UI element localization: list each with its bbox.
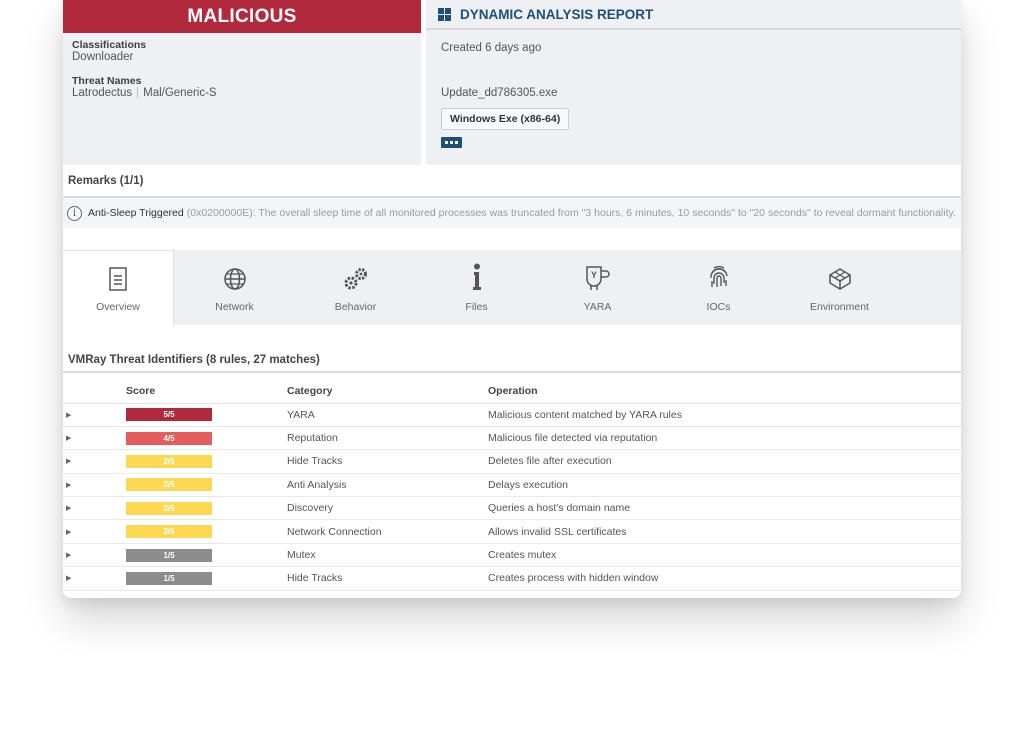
table-row[interactable]: ▶ 2/5 Hide Tracks Deletes file after execut… — [63, 449, 961, 474]
classifications-label: Classifications — [72, 39, 147, 51]
cube-icon — [828, 268, 851, 290]
yara-icon: Y — [585, 266, 610, 290]
category-cell: Mutex — [287, 543, 488, 568]
report-title: DYNAMIC ANALYSIS REPORT — [460, 6, 654, 22]
expand-caret-icon[interactable]: ▶ — [63, 496, 126, 521]
tab-label: Files — [465, 301, 488, 313]
score-badge: 1/5 — [126, 548, 212, 562]
table-row[interactable]: ▶ 5/5 YARA Malicious content matched by YAR… — [63, 403, 961, 427]
expand-caret-icon[interactable]: ▶ — [63, 543, 126, 568]
column-score: Score — [126, 380, 287, 404]
score-badge: 2/5 — [126, 501, 212, 515]
gears-icon — [344, 268, 367, 290]
classifications-value: Downloader — [72, 51, 134, 63]
fingerprint-icon — [709, 265, 728, 287]
report-panel: DYNAMIC ANALYSIS REPORT Created 6 days a… — [426, 0, 961, 165]
category-cell: Network Connection — [287, 519, 488, 544]
score-badge: 2/5 — [126, 525, 212, 539]
table-header: Score Category Operation — [63, 380, 961, 404]
category-cell: Hide Tracks — [287, 449, 488, 474]
operation-cell: Delays execution — [488, 473, 961, 498]
operation-cell: Creates mutex — [488, 543, 961, 568]
operation-cell: Queries a host's domain name — [488, 496, 961, 521]
vti-title: VMRay Threat Identifiers (8 rules, 27 ma… — [63, 349, 961, 373]
report-card: MALICIOUS Classifications Downloader Thr… — [63, 0, 961, 598]
tab-yara[interactable]: Y YARA — [537, 250, 658, 325]
info-circle-icon: i — [67, 205, 82, 221]
category-cell: Discovery — [287, 496, 488, 521]
table-row[interactable]: ▶ 1/5 Hide Tracks Creates process with hidd… — [63, 566, 961, 591]
tab-label: Behavior — [334, 301, 377, 313]
operation-cell: Malicious content matched by YARA rules — [488, 403, 961, 427]
operation-cell: Creates process with hidden window — [488, 566, 961, 591]
verdict-banner: MALICIOUS — [63, 0, 421, 33]
vti-table: Score Category Operation ▶ 5/5 YARA Malicio… — [63, 380, 961, 591]
tab-files[interactable]: Files — [416, 250, 537, 325]
score-badge: 4/5 — [126, 431, 212, 445]
table-row[interactable]: ▶ 2/5 Anti Analysis Delays execution — [63, 473, 961, 498]
info-icon — [472, 263, 481, 290]
score-badge: 5/5 — [126, 408, 212, 422]
more-options-button[interactable] — [441, 137, 462, 148]
category-cell: YARA — [287, 403, 488, 427]
operation-cell: Malicious file detected via reputation — [488, 426, 961, 451]
column-operation: Operation — [488, 380, 961, 404]
table-row[interactable]: ▶ 2/5 Network Connection Allows invalid SSL… — [63, 519, 961, 544]
windows-icon — [438, 7, 451, 21]
column-category: Category — [287, 380, 488, 404]
tab-environment[interactable]: Environment — [779, 250, 900, 325]
document-icon — [109, 267, 127, 291]
expand-caret-icon[interactable]: ▶ — [63, 403, 126, 427]
operation-cell: Deletes file after execution — [488, 449, 961, 474]
tab-label: IOCs — [706, 301, 731, 313]
ellipsis-icon — [445, 141, 448, 144]
remark-text: (0x0200000E): The overall sleep time of … — [186, 207, 956, 219]
expand-caret-icon[interactable]: ▶ — [63, 426, 126, 451]
file-name: Update_dd786305.exe — [441, 87, 558, 99]
tab-label: Overview — [96, 301, 140, 313]
expand-caret-icon[interactable]: ▶ — [63, 449, 126, 474]
expand-caret-icon[interactable]: ▶ — [63, 473, 126, 498]
tab-network[interactable]: Network — [174, 250, 295, 325]
tab-overview[interactable]: Overview — [63, 250, 174, 325]
table-row[interactable]: ▶ 1/5 Mutex Creates mutex — [63, 543, 961, 568]
tab-bar: Overview Network Behavior Files Y YARA I… — [63, 250, 961, 325]
tab-behavior[interactable]: Behavior — [295, 250, 416, 325]
operation-cell: Allows invalid SSL certificates — [488, 519, 961, 544]
score-badge: 1/5 — [126, 571, 212, 585]
score-badge: 2/5 — [126, 454, 212, 468]
category-cell: Anti Analysis — [287, 473, 488, 498]
separator: | — [136, 87, 140, 99]
threat-name: Mal/Generic-S — [143, 87, 217, 99]
remark-row: i Anti-Sleep Triggered (0x0200000E): The… — [63, 198, 961, 228]
globe-icon — [223, 268, 246, 290]
remarks-title: Remarks (1/1) — [63, 165, 961, 198]
remark-title: Anti-Sleep Triggered — [88, 207, 184, 219]
tab-label: Environment — [810, 301, 869, 313]
svg-text:Y: Y — [590, 270, 596, 280]
tab-iocs[interactable]: IOCs — [658, 250, 779, 325]
threat-names-label: Threat Names — [72, 75, 142, 87]
expand-caret-icon[interactable]: ▶ — [63, 519, 126, 544]
expand-caret-icon[interactable]: ▶ — [63, 566, 126, 591]
category-cell: Hide Tracks — [287, 566, 488, 591]
created-time: Created 6 days ago — [441, 42, 542, 54]
tab-label: YARA — [583, 301, 612, 313]
table-row[interactable]: ▶ 2/5 Discovery Queries a host's domain nam… — [63, 496, 961, 521]
threat-name: Latrodectus — [72, 87, 133, 99]
score-badge: 2/5 — [126, 478, 212, 492]
file-type-badge: Windows Exe (x86-64) — [441, 108, 570, 130]
tab-label: Network — [215, 301, 254, 313]
table-row[interactable]: ▶ 4/5 Reputation Malicious file detected vi… — [63, 426, 961, 451]
verdict-panel: MALICIOUS Classifications Downloader Thr… — [63, 0, 421, 165]
category-cell: Reputation — [287, 426, 488, 451]
report-header: DYNAMIC ANALYSIS REPORT — [426, 0, 961, 30]
